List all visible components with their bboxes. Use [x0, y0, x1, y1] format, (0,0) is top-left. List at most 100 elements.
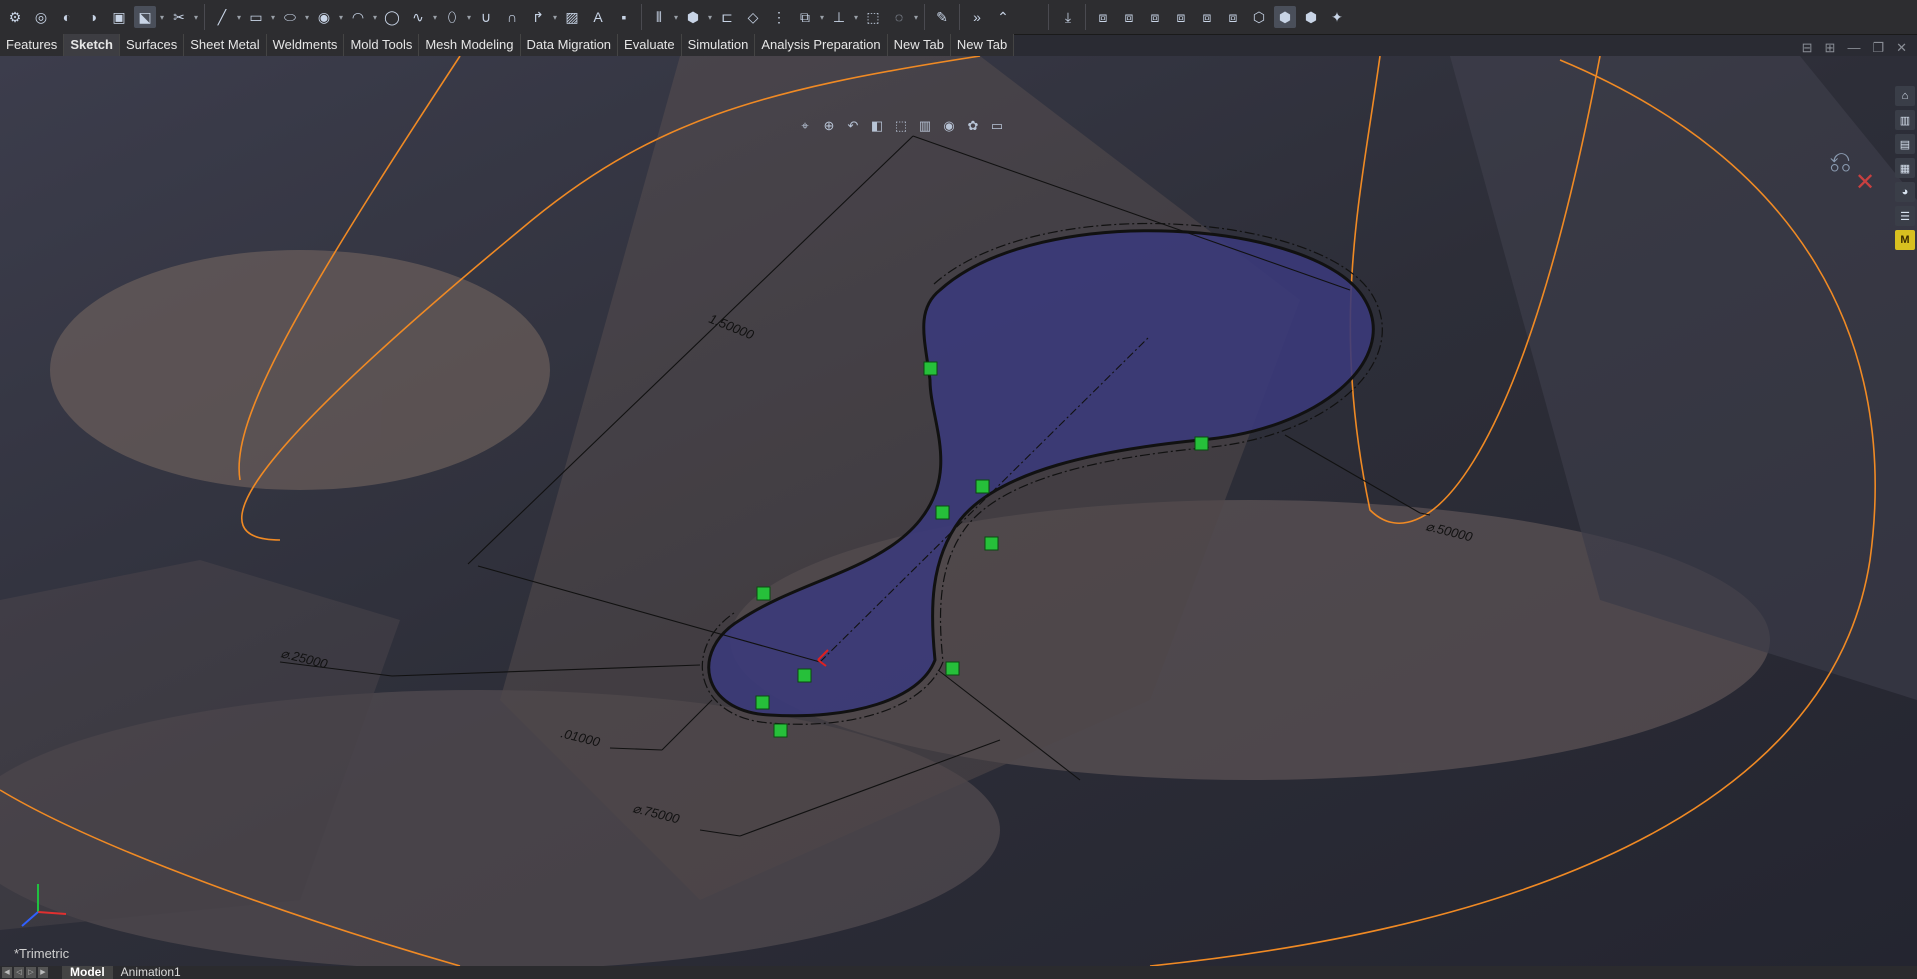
arc-icon[interactable]: ◠: [347, 6, 369, 28]
normal-to-icon[interactable]: ⤓: [1057, 6, 1079, 28]
tab-mold-tools[interactable]: Mold Tools: [344, 34, 420, 56]
point-icon[interactable]: ▪: [613, 6, 635, 28]
repair-sketch-icon[interactable]: ⬚: [862, 6, 884, 28]
view-orientation-icon[interactable]: ⬚: [891, 116, 911, 136]
view-back-icon[interactable]: ⧈: [1118, 6, 1140, 28]
relation-equal-icon[interactable]: [755, 695, 770, 710]
dropdown-arrow[interactable]: ▾: [235, 6, 243, 28]
tab-new-tab-2[interactable]: New Tab: [951, 34, 1015, 56]
prev-tab-icon[interactable]: ◁: [14, 967, 24, 978]
relation-equal-icon[interactable]: [984, 536, 999, 551]
appearance-icon[interactable]: ✿: [963, 116, 983, 136]
appearances-icon[interactable]: ◕: [1895, 182, 1915, 202]
dropdown-arrow[interactable]: ▾: [818, 6, 826, 28]
dropdown-arrow[interactable]: ▾: [465, 6, 473, 28]
view-settings-icon[interactable]: ✦: [1326, 6, 1348, 28]
block-icon[interactable]: ⬢: [682, 6, 704, 28]
circle-icon[interactable]: ◉: [313, 6, 335, 28]
isometric-icon[interactable]: ⬡: [1248, 6, 1270, 28]
relation-tangent-icon[interactable]: [923, 361, 938, 376]
dropdown-arrow[interactable]: ▾: [912, 6, 920, 28]
tile-right-icon[interactable]: ⊞: [1825, 40, 1836, 56]
display-style-icon[interactable]: ▥: [915, 116, 935, 136]
tile-left-icon[interactable]: ⊟: [1802, 40, 1813, 56]
next-tab-icon[interactable]: ▷: [26, 967, 36, 978]
slot-icon[interactable]: ⬭: [279, 6, 301, 28]
grayed-icon[interactable]: ◑: [82, 6, 104, 28]
tab-evaluate[interactable]: Evaluate: [618, 34, 682, 56]
dropdown-arrow[interactable]: ▾: [706, 6, 714, 28]
relation-equal-icon[interactable]: [935, 505, 950, 520]
relation-tangent-icon[interactable]: [756, 586, 771, 601]
rectangle-icon[interactable]: ▭: [245, 6, 267, 28]
tab-animation[interactable]: Animation1: [113, 966, 189, 979]
solidworks-resources-icon[interactable]: M: [1895, 230, 1915, 250]
minimize-icon[interactable]: —: [1847, 40, 1860, 56]
display-relations-icon[interactable]: ⊥: [828, 6, 850, 28]
mirror-icon[interactable]: ⫴: [648, 6, 670, 28]
dropdown-arrow[interactable]: ▾: [431, 6, 439, 28]
polygon-icon[interactable]: ◯: [381, 6, 403, 28]
dropdown-arrow[interactable]: ▾: [551, 6, 559, 28]
line-icon[interactable]: ╱: [211, 6, 233, 28]
graphics-area[interactable]: 1.50000 ⌀.50000 ⌀.25000 .01000 ⌀.75000 ⌖…: [0, 56, 1917, 966]
ellipse-icon[interactable]: ⬯: [441, 6, 463, 28]
last-tab-icon[interactable]: ▶: [38, 967, 48, 978]
restore-icon[interactable]: ❐: [1872, 40, 1884, 56]
dropdown-arrow[interactable]: ▾: [158, 6, 166, 28]
linear-pattern-icon[interactable]: ⋮: [768, 6, 790, 28]
dropdown-arrow[interactable]: ▾: [303, 6, 311, 28]
file-explorer-icon[interactable]: ▤: [1895, 134, 1915, 154]
tab-analysis-preparation[interactable]: Analysis Preparation: [755, 34, 888, 56]
section-view-icon[interactable]: ◧: [867, 116, 887, 136]
sketch-mode-icon[interactable]: ⬕: [134, 6, 156, 28]
exit-sketch-icon[interactable]: ⎌: [1829, 146, 1851, 179]
relation-parallel-icon[interactable]: [975, 479, 990, 494]
view-left-icon[interactable]: ⧈: [1144, 6, 1166, 28]
tab-weldments[interactable]: Weldments: [267, 34, 345, 56]
scene-icon[interactable]: ▭: [987, 116, 1007, 136]
tab-simulation[interactable]: Simulation: [682, 34, 756, 56]
move-entities-icon[interactable]: ⧉: [794, 6, 816, 28]
dropdown-arrow[interactable]: ▾: [672, 6, 680, 28]
dimetric-icon[interactable]: ⬢: [1300, 6, 1322, 28]
view-top-icon[interactable]: ⧈: [1196, 6, 1218, 28]
previous-view-icon[interactable]: ↶: [843, 116, 863, 136]
model-view[interactable]: 1.50000 ⌀.50000 ⌀.25000 .01000 ⌀.75000: [0, 56, 1917, 966]
exit-sketch-icon[interactable]: ◐: [56, 6, 78, 28]
quick-snaps-icon[interactable]: ◌: [888, 6, 910, 28]
collapse-chevron-icon[interactable]: ⌃: [992, 6, 1014, 28]
smart-dimension-icon[interactable]: ⚙: [4, 6, 26, 28]
relation-coincident-icon[interactable]: [797, 668, 812, 683]
relation-equal-icon[interactable]: [773, 723, 788, 738]
text-icon[interactable]: A: [587, 6, 609, 28]
intersection-icon[interactable]: ◇: [742, 6, 764, 28]
hide-show-icon[interactable]: ◉: [939, 116, 959, 136]
convert-entities-icon[interactable]: ⊏: [716, 6, 738, 28]
relation-tangent-icon[interactable]: [945, 661, 960, 676]
trimetric-icon[interactable]: ⬢: [1274, 6, 1296, 28]
close-icon[interactable]: ✕: [1896, 40, 1907, 56]
spline-icon[interactable]: ∿: [407, 6, 429, 28]
dropdown-arrow[interactable]: ▾: [192, 6, 200, 28]
tab-new-tab-1[interactable]: New Tab: [888, 34, 951, 56]
dropdown-arrow[interactable]: ▾: [371, 6, 379, 28]
cancel-sketch-icon[interactable]: ✕: [1855, 168, 1875, 197]
tab-mesh-modeling[interactable]: Mesh Modeling: [419, 34, 521, 56]
view-front-icon[interactable]: ⧈: [1092, 6, 1114, 28]
view-palette-icon[interactable]: ▦: [1895, 158, 1915, 178]
home-icon[interactable]: ⌂: [1895, 86, 1915, 106]
zoom-area-icon[interactable]: ⊕: [819, 116, 839, 136]
tab-sketch[interactable]: Sketch: [64, 34, 120, 56]
tab-surfaces[interactable]: Surfaces: [120, 34, 185, 56]
plane-icon[interactable]: ▨: [561, 6, 583, 28]
sketch-icon[interactable]: ◎: [30, 6, 52, 28]
tab-sheet-metal[interactable]: Sheet Metal: [184, 34, 267, 56]
dropdown-arrow[interactable]: ▾: [269, 6, 277, 28]
first-tab-icon[interactable]: ◀: [2, 967, 12, 978]
instant-2d-icon[interactable]: ✎: [931, 6, 953, 28]
overflow-chevron-icon[interactable]: »: [966, 6, 988, 28]
tab-model[interactable]: Model: [62, 966, 113, 979]
tab-features[interactable]: Features: [0, 34, 65, 56]
design-library-icon[interactable]: ▥: [1895, 110, 1915, 130]
